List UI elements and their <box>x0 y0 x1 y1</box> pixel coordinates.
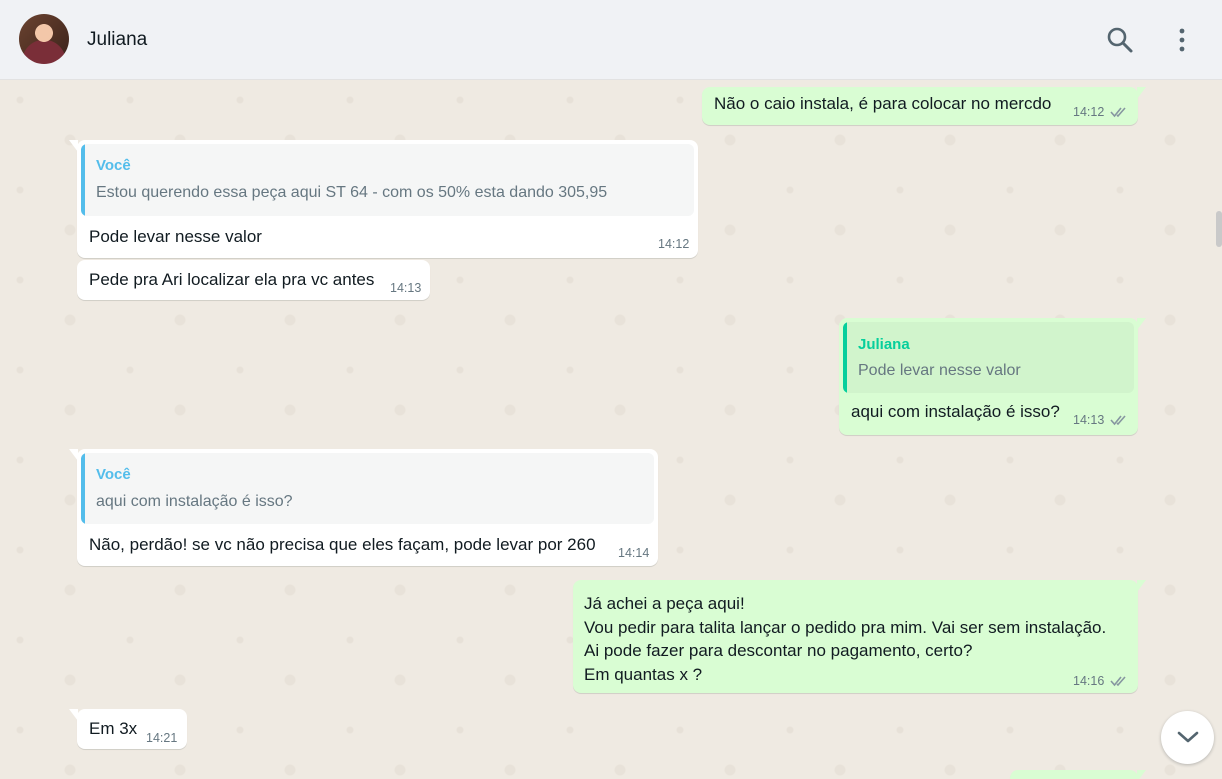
quote-author: Você <box>96 466 131 483</box>
message-time: 14:13 <box>1073 413 1105 427</box>
message-time: 14:12 <box>658 237 690 251</box>
message-time: 14:13 <box>390 281 422 295</box>
message-text: Não o caio instala, é para colocar no me… <box>714 94 1052 113</box>
message-text: Não, perdão! se vc não precisa que eles … <box>89 535 596 554</box>
message-time: 14:21 <box>146 731 178 745</box>
message-text: Pode levar nesse valor <box>89 227 262 246</box>
menu-dots-icon[interactable] <box>1166 24 1198 56</box>
quoted-message[interactable]: Você Estou querendo essa peça aqui ST 64… <box>81 144 694 216</box>
message-bubble-outgoing[interactable]: Não o caio instala, é para colocar no me… <box>702 87 1146 125</box>
message-bubble-outgoing[interactable] <box>1010 770 1146 779</box>
quote-bar <box>81 144 85 216</box>
quoted-message[interactable]: Você aqui com instalação é isso? <box>81 453 654 524</box>
read-checks-icon <box>1110 676 1126 687</box>
quoted-message[interactable]: Juliana Pode levar nesse valor <box>843 322 1134 393</box>
contact-name[interactable]: Juliana <box>87 29 147 51</box>
quote-text: Pode levar nesse valor <box>858 362 1021 379</box>
scrollbar[interactable] <box>1216 211 1222 247</box>
quote-text: aqui com instalação é isso? <box>96 493 293 510</box>
contact-avatar[interactable] <box>19 14 69 64</box>
message-bubble-incoming[interactable]: Você aqui com instalação é isso? Não, pe… <box>69 449 658 566</box>
message-time: 14:16 <box>1073 674 1105 688</box>
quote-author: Você <box>96 157 131 174</box>
message-bubble-incoming[interactable]: Você Estou querendo essa peça aqui ST 64… <box>69 140 698 258</box>
quote-author: Juliana <box>858 336 910 353</box>
message-bubble-incoming[interactable]: Em 3x 14:21 <box>69 709 187 749</box>
quote-bar <box>843 322 847 393</box>
message-list[interactable]: Não o caio instala, é para colocar no me… <box>0 80 1222 779</box>
chat-header: Juliana <box>0 0 1222 80</box>
scroll-down-button[interactable] <box>1161 711 1214 764</box>
message-text: Já achei a peça aqui! Vou pedir para tal… <box>584 594 1107 684</box>
chevron-down-icon <box>1177 731 1199 743</box>
message-bubble-outgoing[interactable]: Juliana Pode levar nesse valor aqui com … <box>839 318 1146 435</box>
read-checks-icon <box>1110 415 1126 426</box>
message-text: aqui com instalação é isso? <box>851 402 1060 421</box>
message-bubble-outgoing[interactable]: Já achei a peça aqui! Vou pedir para tal… <box>573 580 1146 693</box>
message-time: 14:14 <box>618 546 650 560</box>
read-checks-icon <box>1110 107 1126 118</box>
message-text: Em 3x <box>89 719 138 738</box>
quote-text: Estou querendo essa peça aqui ST 64 - co… <box>96 184 608 201</box>
search-icon[interactable] <box>1104 24 1136 56</box>
message-time: 14:12 <box>1073 105 1105 119</box>
message-text: Pede pra Ari localizar ela pra vc antes <box>89 270 375 289</box>
message-bubble-incoming[interactable]: Pede pra Ari localizar ela pra vc antes … <box>77 260 430 300</box>
quote-bar <box>81 453 85 524</box>
